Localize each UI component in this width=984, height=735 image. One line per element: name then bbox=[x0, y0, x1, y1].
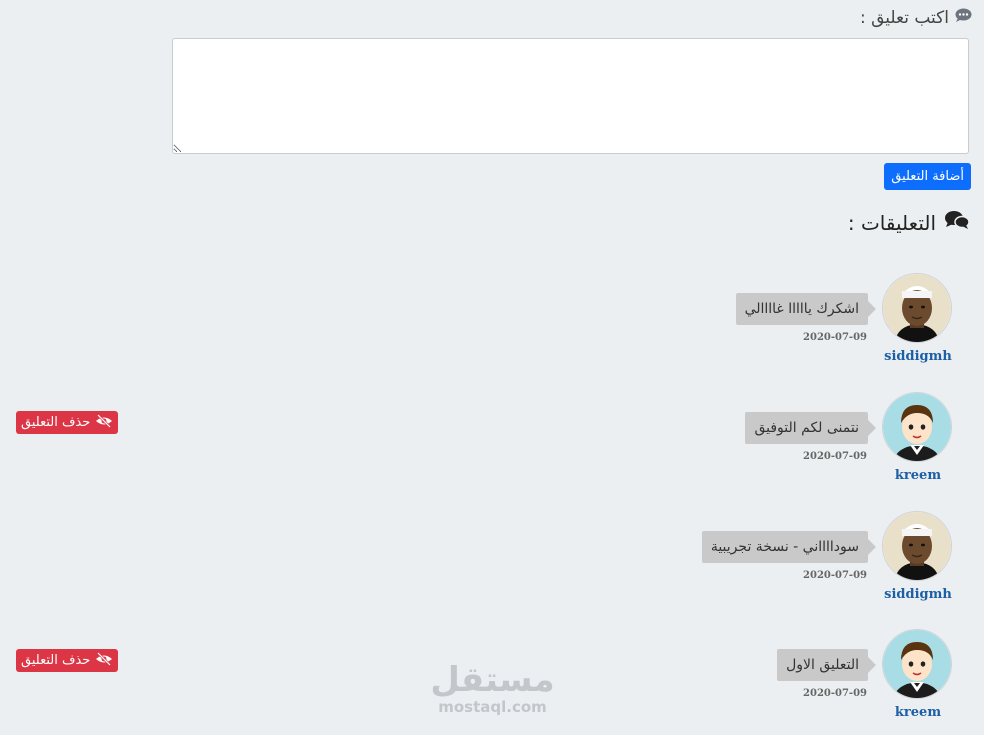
user-photo-icon bbox=[882, 511, 952, 581]
write-comment-label-text: اكتب تعليق : bbox=[859, 8, 949, 28]
delete-comment-label: حذف التعليق bbox=[21, 415, 91, 430]
add-comment-button[interactable]: أضافة التعليق bbox=[884, 163, 971, 190]
comments-icon bbox=[944, 210, 970, 235]
comment-username[interactable]: kreem bbox=[882, 468, 954, 483]
comment-date: 2020-07-09 bbox=[803, 570, 867, 581]
comment-username[interactable]: kreem bbox=[882, 705, 954, 720]
delete-comment-button[interactable]: حذف التعليق bbox=[16, 411, 119, 434]
comment-item: سودااااني - نسخة تجريبية 2020-07-09 sidd… bbox=[654, 511, 954, 611]
comment-item: نتمنى لكم التوفيق 2020-07-09 kreem bbox=[654, 392, 954, 492]
comment-date: 2020-07-09 bbox=[803, 451, 867, 462]
comment-text: نتمنى لكم التوفيق bbox=[745, 412, 876, 444]
comment-date: 2020-07-09 bbox=[803, 332, 867, 343]
eye-slash-icon bbox=[95, 413, 113, 432]
comment-text: التعليق الاول bbox=[777, 649, 876, 681]
comment-username[interactable]: siddigmh bbox=[882, 349, 954, 364]
comments-heading-text: التعليقات : bbox=[847, 210, 936, 235]
comment-item: التعليق الاول 2020-07-09 kreem bbox=[654, 629, 954, 729]
watermark-latin: mostaql.com bbox=[438, 698, 547, 716]
delete-comment-label: حذف التعليق bbox=[21, 653, 91, 668]
comment-date: 2020-07-09 bbox=[803, 688, 867, 699]
comment-text: اشكرك يااااا غاااالي bbox=[735, 293, 877, 325]
eye-slash-icon bbox=[95, 651, 113, 670]
watermark: مستقل mostaql.com bbox=[430, 662, 555, 716]
comment-text: سودااااني - نسخة تجريبية bbox=[701, 531, 877, 563]
user-photo-icon bbox=[882, 273, 952, 343]
write-comment-label: اكتب تعليق : bbox=[860, 8, 972, 28]
watermark-arabic: مستقل bbox=[430, 660, 555, 700]
comment-username[interactable]: siddigmh bbox=[882, 587, 954, 602]
cartoon-man-icon bbox=[882, 392, 952, 462]
delete-comment-button[interactable]: حذف التعليق bbox=[16, 649, 119, 672]
comment-textarea[interactable] bbox=[172, 38, 969, 154]
cartoon-man-icon bbox=[882, 629, 952, 699]
comment-dots-icon bbox=[955, 8, 972, 28]
comment-item: اشكرك يااااا غاااالي 2020-07-09 siddigmh bbox=[654, 273, 954, 373]
comments-heading: التعليقات : bbox=[848, 210, 970, 235]
